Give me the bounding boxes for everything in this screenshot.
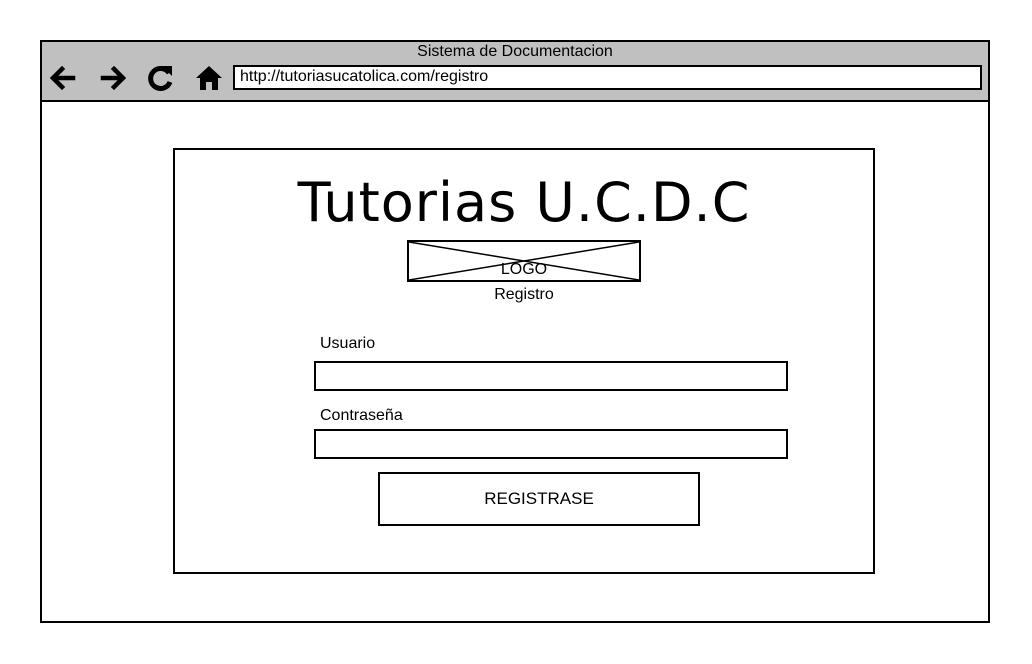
back-button[interactable]: [46, 62, 78, 94]
arrow-left-icon: [49, 65, 76, 91]
home-icon: [196, 66, 222, 90]
arrow-right-icon: [100, 65, 127, 91]
username-label: Usuario: [320, 335, 376, 352]
password-label: Contraseña: [320, 407, 403, 424]
window-title: Sistema de Documentacion: [417, 43, 613, 60]
reload-icon: [148, 66, 173, 91]
page-subtitle: Registro: [494, 286, 554, 303]
registration-card: Tutorias U.C.D.C LOGO Registro Usuario C…: [173, 148, 875, 574]
password-input[interactable]: [314, 429, 788, 459]
logo-placeholder: LOGO: [407, 240, 641, 282]
logo-label: LOGO: [500, 261, 548, 278]
browser-window: Sistema de Documentacion http://tutorias…: [40, 40, 990, 623]
home-button[interactable]: [193, 62, 225, 94]
username-input[interactable]: [314, 361, 788, 391]
register-button[interactable]: REGISTRASE: [378, 472, 700, 526]
reload-button[interactable]: [145, 62, 177, 94]
app-title: Tutorias U.C.D.C: [297, 171, 751, 234]
forward-button[interactable]: [98, 62, 130, 94]
browser-titlebar: Sistema de Documentacion http://tutorias…: [42, 42, 988, 102]
address-bar[interactable]: http://tutoriasucatolica.com/registro: [233, 65, 982, 90]
